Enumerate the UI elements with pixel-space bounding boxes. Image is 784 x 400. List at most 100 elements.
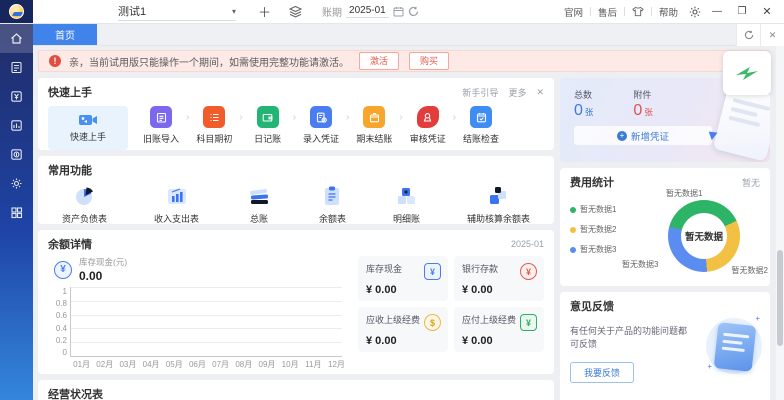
clipboard-icon [150, 106, 172, 128]
x-axis: 01月02月03月04月05月06月07月08月09月10月11月12月 [70, 357, 348, 370]
quick-start-title: 快速上手 [48, 84, 92, 100]
tab-controls: ✕ [736, 24, 784, 46]
metric-value: 0.00 [79, 269, 127, 283]
balance-period: 2025-01 [511, 239, 544, 249]
expense-filter[interactable]: 暂无 [742, 176, 760, 189]
buy-button[interactable]: 购买 [409, 52, 449, 70]
total-value: 0 [574, 102, 583, 119]
sidebar-item-home[interactable] [0, 24, 33, 53]
trial-banner: ! 亲，当前试用版只能操作一个期间，如需使用完整功能请激活。 激活 购买 [38, 50, 770, 72]
step-journal[interactable]: 日记账 [243, 106, 293, 145]
feedback-text: 有任何关于产品的功能问题都可反馈 [570, 324, 690, 350]
sidebar-item-ledger[interactable] [0, 82, 33, 111]
tabstrip: 首页 ✕ [33, 24, 784, 46]
business-status-title: 经营状况表 [48, 386, 103, 400]
tab-refresh-icon[interactable] [736, 24, 760, 46]
donut-ring: 暂无数据 [668, 200, 740, 272]
account-selector[interactable]: 测试1 ▾ [118, 3, 236, 21]
card-label: 应收上级经费 [366, 315, 420, 325]
step-enter-voucher[interactable]: 录入凭证 [296, 106, 346, 145]
main-content: ! 亲，当前试用版只能操作一个期间，如需使用完整功能请激活。 激活 购买 快速上… [33, 46, 776, 400]
feedback-title: 意见反馈 [570, 298, 614, 314]
float-widget[interactable] [723, 51, 771, 95]
divider [651, 7, 652, 16]
card-value: ¥ 0.00 [462, 284, 536, 296]
refresh-icon[interactable] [408, 6, 419, 17]
step-close-check[interactable]: 结账检查 [456, 106, 506, 145]
legend-dot [570, 227, 576, 233]
more-link[interactable]: 更多 [508, 86, 526, 99]
stamp-icon [417, 106, 439, 128]
sidebar-item-voucher[interactable] [0, 53, 33, 82]
step-opening-balance[interactable]: 科目期初 [189, 106, 239, 145]
attach-unit: 张 [644, 107, 653, 117]
pie-chart-icon [72, 183, 98, 209]
period-value[interactable]: 2025-01 [346, 5, 389, 18]
step-label: 科目期初 [196, 132, 232, 145]
sidebar-item-report[interactable] [0, 111, 33, 140]
layers-icon[interactable] [289, 5, 302, 18]
link-site[interactable]: 官网 [564, 5, 583, 19]
card-payable-superior[interactable]: 应付上级经费 ¥ ¥ 0.00 [454, 307, 544, 352]
tab-home-label: 首页 [55, 27, 75, 42]
donut-legend: 暂无数据1 暂无数据2 暂无数据3 [570, 204, 616, 255]
link-support[interactable]: 售后 [598, 5, 617, 19]
sidebar-item-modules[interactable] [0, 198, 33, 227]
card-value: ¥ 0.00 [462, 335, 536, 347]
green-swoosh-icon [734, 63, 760, 83]
sidebar-item-settings[interactable] [0, 169, 33, 198]
expense-donut-chart: 暂无数据1 暂无数据 暂无数据2 暂无数据3 [638, 188, 766, 284]
func-general-ledger[interactable]: 总账 [246, 183, 272, 225]
newbie-guide-link[interactable]: 新手引导 [462, 86, 498, 99]
list-icon [203, 106, 225, 128]
sparkle-icon: + [707, 362, 712, 371]
minimize-button[interactable]: — [708, 6, 726, 17]
expense-stats-panel: 费用统计 暂无 暂无数据1 暂无数据2 暂无数据3 暂无数据1 暂无数据 暂无数… [560, 168, 770, 286]
box-icon [363, 106, 385, 128]
new-voucher-button[interactable]: + 新增凭证 [574, 126, 712, 145]
activate-button[interactable]: 激活 [359, 52, 399, 70]
func-aux-balance-table[interactable]: 辅助核算余额表 [467, 183, 530, 225]
legend-dot [570, 207, 576, 213]
tab-close-icon[interactable]: ✕ [760, 24, 784, 46]
sidebar-item-funds[interactable] [0, 140, 33, 169]
link-help[interactable]: 帮助 [659, 5, 678, 19]
card-value: ¥ 0.00 [366, 284, 440, 296]
step-period-close[interactable]: 期末结账 [349, 106, 399, 145]
divider [590, 7, 591, 16]
maximize-button[interactable]: ❐ [733, 6, 751, 17]
add-account-button[interactable]: ＋ [258, 2, 271, 21]
gear-icon[interactable] [689, 6, 701, 18]
card-label: 银行存款 [462, 264, 498, 274]
calendar-icon[interactable] [393, 6, 404, 17]
card-receivable-superior[interactable]: 应收上级经费 $ ¥ 0.00 [358, 307, 448, 352]
divider [624, 7, 625, 16]
legend-label: 暂无数据2 [580, 224, 616, 235]
total-unit: 张 [585, 107, 594, 117]
plus-circle-icon: + [617, 131, 627, 141]
func-balance-table[interactable]: 余额表 [319, 183, 346, 225]
scrollbar-track[interactable] [776, 46, 784, 400]
step-old-account-import[interactable]: 旧账导入 [136, 106, 186, 145]
shirt-theme-icon[interactable] [632, 6, 644, 17]
func-label: 收入支出表 [154, 212, 199, 225]
scrollbar-thumb[interactable] [777, 250, 783, 346]
func-label: 辅助核算余额表 [467, 212, 530, 225]
card-cash[interactable]: 库存现金 ¥ ¥ 0.00 [358, 256, 448, 301]
func-income-expense[interactable]: 收入支出表 [154, 183, 199, 225]
step-label: 期末结账 [356, 132, 392, 145]
card-bank-deposit[interactable]: 银行存款 ¥ ¥ 0.00 [454, 256, 544, 301]
legend-label: 暂无数据3 [580, 244, 616, 255]
legend-dot [570, 247, 576, 253]
close-button[interactable]: ✕ [758, 5, 776, 18]
cubes-icon [393, 183, 419, 209]
func-balance-sheet[interactable]: 资产负债表 [62, 183, 107, 225]
panel-close-icon[interactable]: ✕ [536, 87, 544, 98]
quick-start-video-label: 快速上手 [70, 130, 106, 143]
common-functions-panel: 常用功能 资产负债表 收入支出表 总账 [38, 156, 554, 224]
func-detail-ledger[interactable]: 明细账 [393, 183, 420, 225]
quick-start-video-card[interactable]: 快速上手 [48, 106, 128, 150]
tab-home[interactable]: 首页 [33, 24, 97, 45]
feedback-button[interactable]: 我要反馈 [570, 362, 634, 383]
step-audit-voucher[interactable]: 审核凭证 [403, 106, 453, 145]
